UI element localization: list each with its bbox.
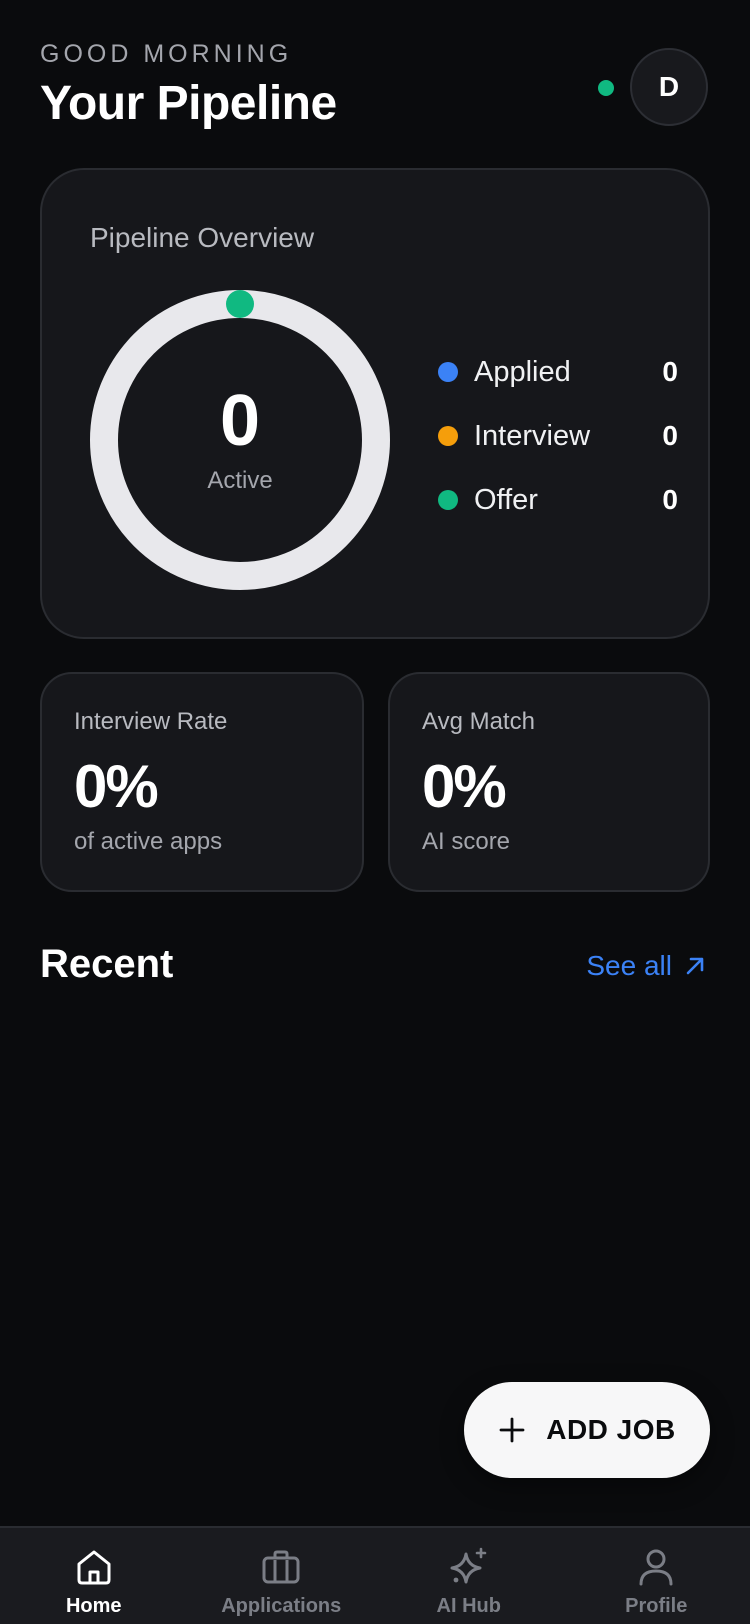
legend-dot-interview bbox=[438, 426, 458, 446]
legend-count: 0 bbox=[662, 356, 678, 387]
user-icon bbox=[639, 1549, 673, 1586]
page-title: Your Pipeline bbox=[40, 77, 337, 130]
nav-label: Applications bbox=[221, 1595, 342, 1617]
active-count: 0 bbox=[219, 381, 261, 461]
add-job-label: ADD JOB bbox=[546, 1414, 676, 1445]
overview-title: Pipeline Overview bbox=[90, 222, 315, 253]
legend-count: 0 bbox=[662, 420, 678, 451]
arrow-up-right-icon bbox=[686, 957, 704, 975]
legend-count: 0 bbox=[662, 484, 678, 515]
pipeline-overview-card: Pipeline Overview 0 Active Applied 0 Int… bbox=[40, 168, 710, 639]
see-all-label: See all bbox=[586, 950, 672, 981]
add-job-button[interactable]: ADD JOB bbox=[464, 1382, 710, 1478]
stat-subtitle: of active apps bbox=[74, 828, 223, 855]
legend-label: Interview bbox=[474, 419, 591, 452]
nav-item-applications[interactable]: Applications bbox=[188, 1528, 376, 1624]
sparkles-icon bbox=[450, 1547, 487, 1584]
avatar[interactable]: D bbox=[630, 48, 708, 126]
legend-item-offer: Offer 0 bbox=[438, 468, 678, 532]
donut-center: 0 Active bbox=[90, 290, 390, 590]
bottom-nav: Home Applications AI Hub Profile bbox=[0, 1526, 750, 1624]
legend-dot-applied bbox=[438, 362, 458, 382]
pipeline-legend: Applied 0 Interview 0 Offer 0 bbox=[438, 340, 678, 532]
legend-item-applied: Applied 0 bbox=[438, 340, 678, 404]
nav-item-profile[interactable]: Profile bbox=[563, 1528, 750, 1624]
online-status-dot bbox=[598, 80, 614, 96]
stat-value: 0% bbox=[422, 753, 507, 820]
home-icon bbox=[77, 1550, 111, 1585]
legend-dot-offer bbox=[438, 490, 458, 510]
legend-label: Applied bbox=[474, 355, 571, 388]
greeting-text: GOOD MORNING bbox=[40, 40, 293, 68]
nav-item-ai-hub[interactable]: AI Hub bbox=[375, 1528, 563, 1624]
legend-item-interview: Interview 0 bbox=[438, 404, 678, 468]
see-all-link[interactable]: See all bbox=[586, 950, 706, 982]
home-screen: GOOD MORNING Your Pipeline D Pipeline Ov… bbox=[0, 0, 750, 1624]
stat-label: Avg Match bbox=[422, 708, 535, 735]
nav-item-home[interactable]: Home bbox=[0, 1528, 188, 1624]
nav-label: Home bbox=[65, 1595, 122, 1617]
briefcase-icon bbox=[262, 1550, 300, 1584]
nav-label: AI Hub bbox=[436, 1595, 501, 1617]
stat-value: 0% bbox=[74, 753, 159, 820]
plus-icon bbox=[499, 1417, 525, 1443]
avg-match-card[interactable]: Avg Match 0% AI score bbox=[388, 672, 710, 892]
stat-subtitle: AI score bbox=[422, 828, 511, 855]
interview-rate-card[interactable]: Interview Rate 0% of active apps bbox=[40, 672, 364, 892]
active-label: Active bbox=[207, 467, 273, 494]
legend-label: Offer bbox=[474, 483, 538, 516]
stat-label: Interview Rate bbox=[74, 708, 228, 735]
recent-section-title: Recent bbox=[40, 942, 174, 986]
nav-label: Profile bbox=[625, 1595, 688, 1617]
